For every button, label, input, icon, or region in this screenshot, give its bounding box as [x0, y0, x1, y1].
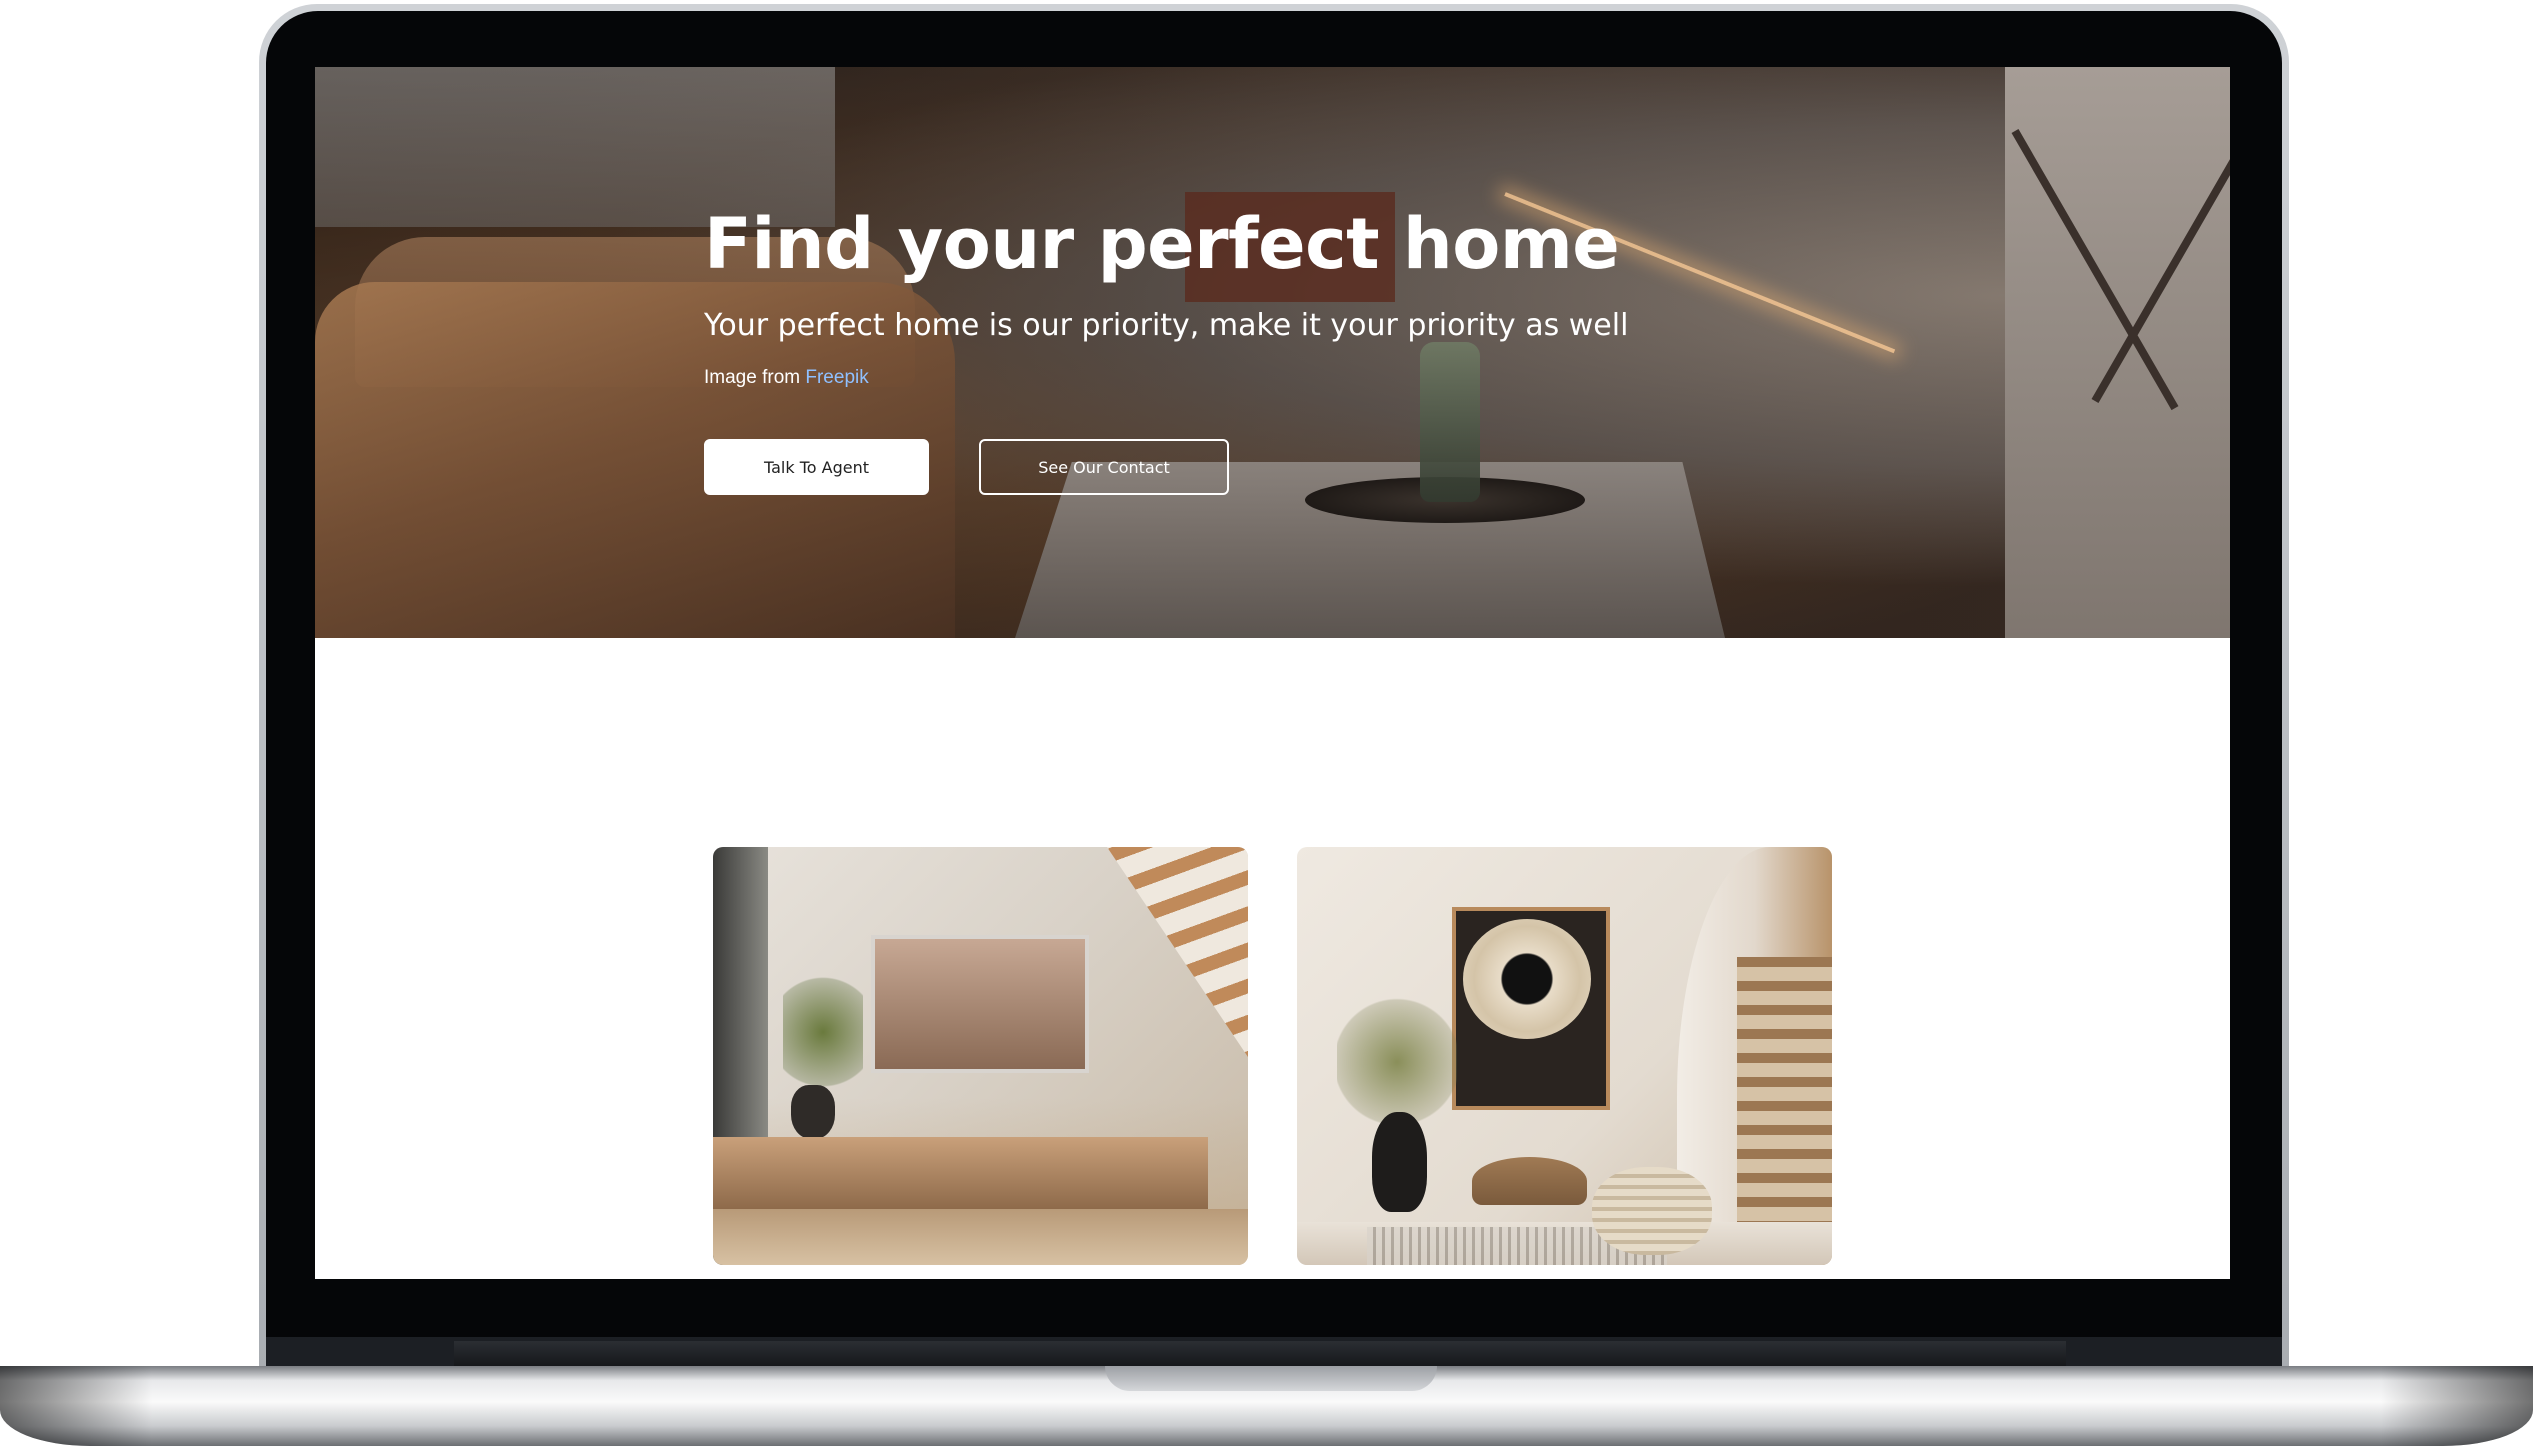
woven-pouf [1592, 1167, 1712, 1255]
plant-pot [791, 1085, 835, 1139]
laptop-hinge [454, 1341, 2066, 1367]
plant-decor [783, 967, 863, 1097]
hero-subtitle: Your perfect home is our priority, make … [704, 308, 1629, 343]
floor [713, 1209, 1248, 1265]
wall-painting [871, 935, 1089, 1073]
hero-content: Find your perfect home Your perfect home… [704, 209, 1628, 389]
wooden-bench [713, 1137, 1208, 1209]
gallery-card-living-room[interactable] [713, 847, 1248, 1265]
image-credit: Image from Freepik [704, 367, 1628, 389]
side-table [1472, 1157, 1587, 1205]
plant-decor [1337, 997, 1457, 1127]
stair-steps [1737, 957, 1832, 1257]
talk-to-agent-button[interactable]: Talk To Agent [704, 439, 929, 495]
freepik-link[interactable]: Freepik [805, 367, 868, 388]
hero-title: Find your perfect home [704, 203, 1620, 285]
black-vase [1372, 1112, 1427, 1212]
laptop-opening-notch [1105, 1366, 1437, 1391]
wall-art-circle [1463, 919, 1591, 1039]
see-our-contact-button[interactable]: See Our Contact [979, 439, 1229, 495]
image-credit-prefix: Image from [704, 367, 806, 388]
hero-buttons: Talk To Agent See Our Contact [704, 439, 1229, 495]
hero-section: Find your perfect home Your perfect home… [315, 67, 2230, 638]
gallery-card-hallway[interactable] [1297, 847, 1832, 1265]
browser-viewport: Find your perfect home Your perfect home… [315, 67, 2230, 1279]
